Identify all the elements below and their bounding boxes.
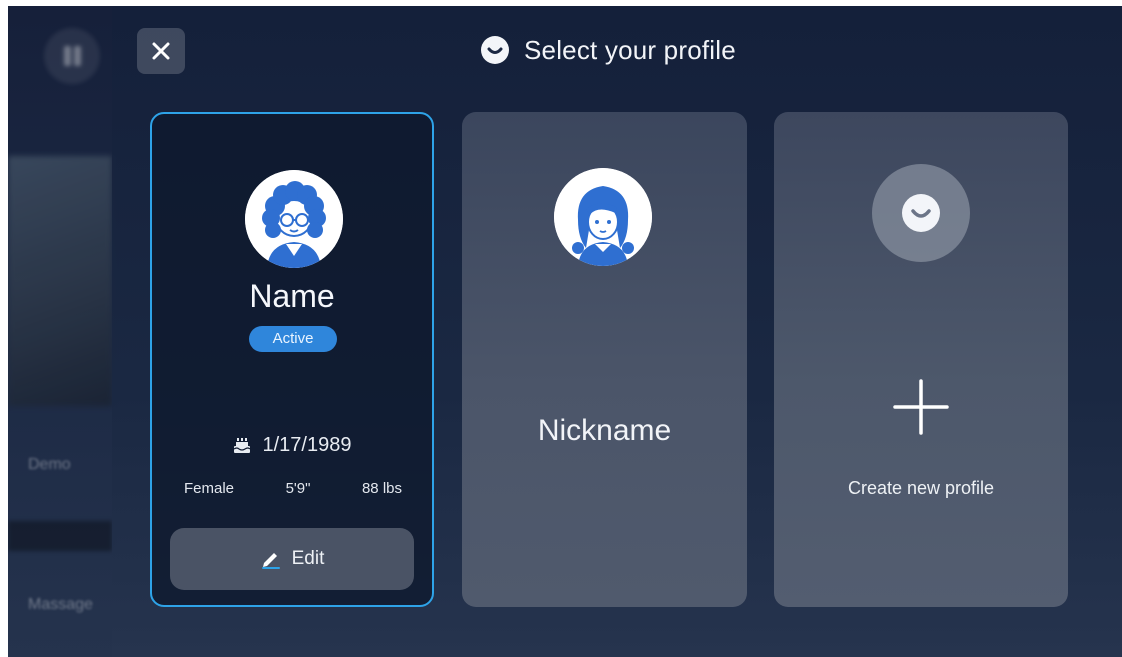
screen: Demo Massage Select your profile Name Ac… [8,6,1122,657]
avatar-curly-hair-glasses [245,170,343,268]
plus-icon [893,379,949,435]
weight-value: 88 lbs [361,480,402,497]
profile-stats: Female 5'9" 88 lbs [184,480,402,497]
birthday-value: 1/17/1989 [262,434,352,456]
create-profile-card[interactable]: Create new profile [774,112,1068,607]
background-massage-label: Massage [28,596,93,613]
profile-card-nickname[interactable]: Nickname [462,112,747,607]
smile-icon [481,36,509,64]
page-title: Select your profile [524,34,736,65]
close-button[interactable] [137,28,185,74]
edit-label: Edit [291,548,325,569]
smile-icon [902,194,940,232]
create-profile-label: Create new profile [847,478,995,498]
avatar [554,168,652,266]
avatar [245,170,343,268]
profile-name: Name [249,278,335,314]
background-demo-label: Demo [28,456,71,473]
edit-button[interactable]: Edit [170,528,414,590]
profile-card-active[interactable]: Name Active 1/17/1989 Female 5'9" 88 lbs [150,112,434,607]
height-value: 5'9" [285,480,311,497]
status-badge: Active [249,326,337,352]
avatar-girl-braids [554,168,652,266]
birthday-row: 1/17/1989 [152,434,432,457]
modal-header: Select your profile [480,32,736,68]
background-strip [8,521,112,551]
profile-selector-modal: Select your profile Name Active 1/17/198… [112,6,1122,657]
background-panel [8,156,112,406]
pencil-icon [261,553,280,569]
pause-icon [44,28,100,84]
close-icon [152,42,170,60]
background-app: Demo Massage [8,6,112,657]
gender-value: Female [184,480,235,497]
cake-icon [233,437,250,453]
placeholder-avatar [872,164,970,262]
profile-name: Nickname [537,414,672,447]
